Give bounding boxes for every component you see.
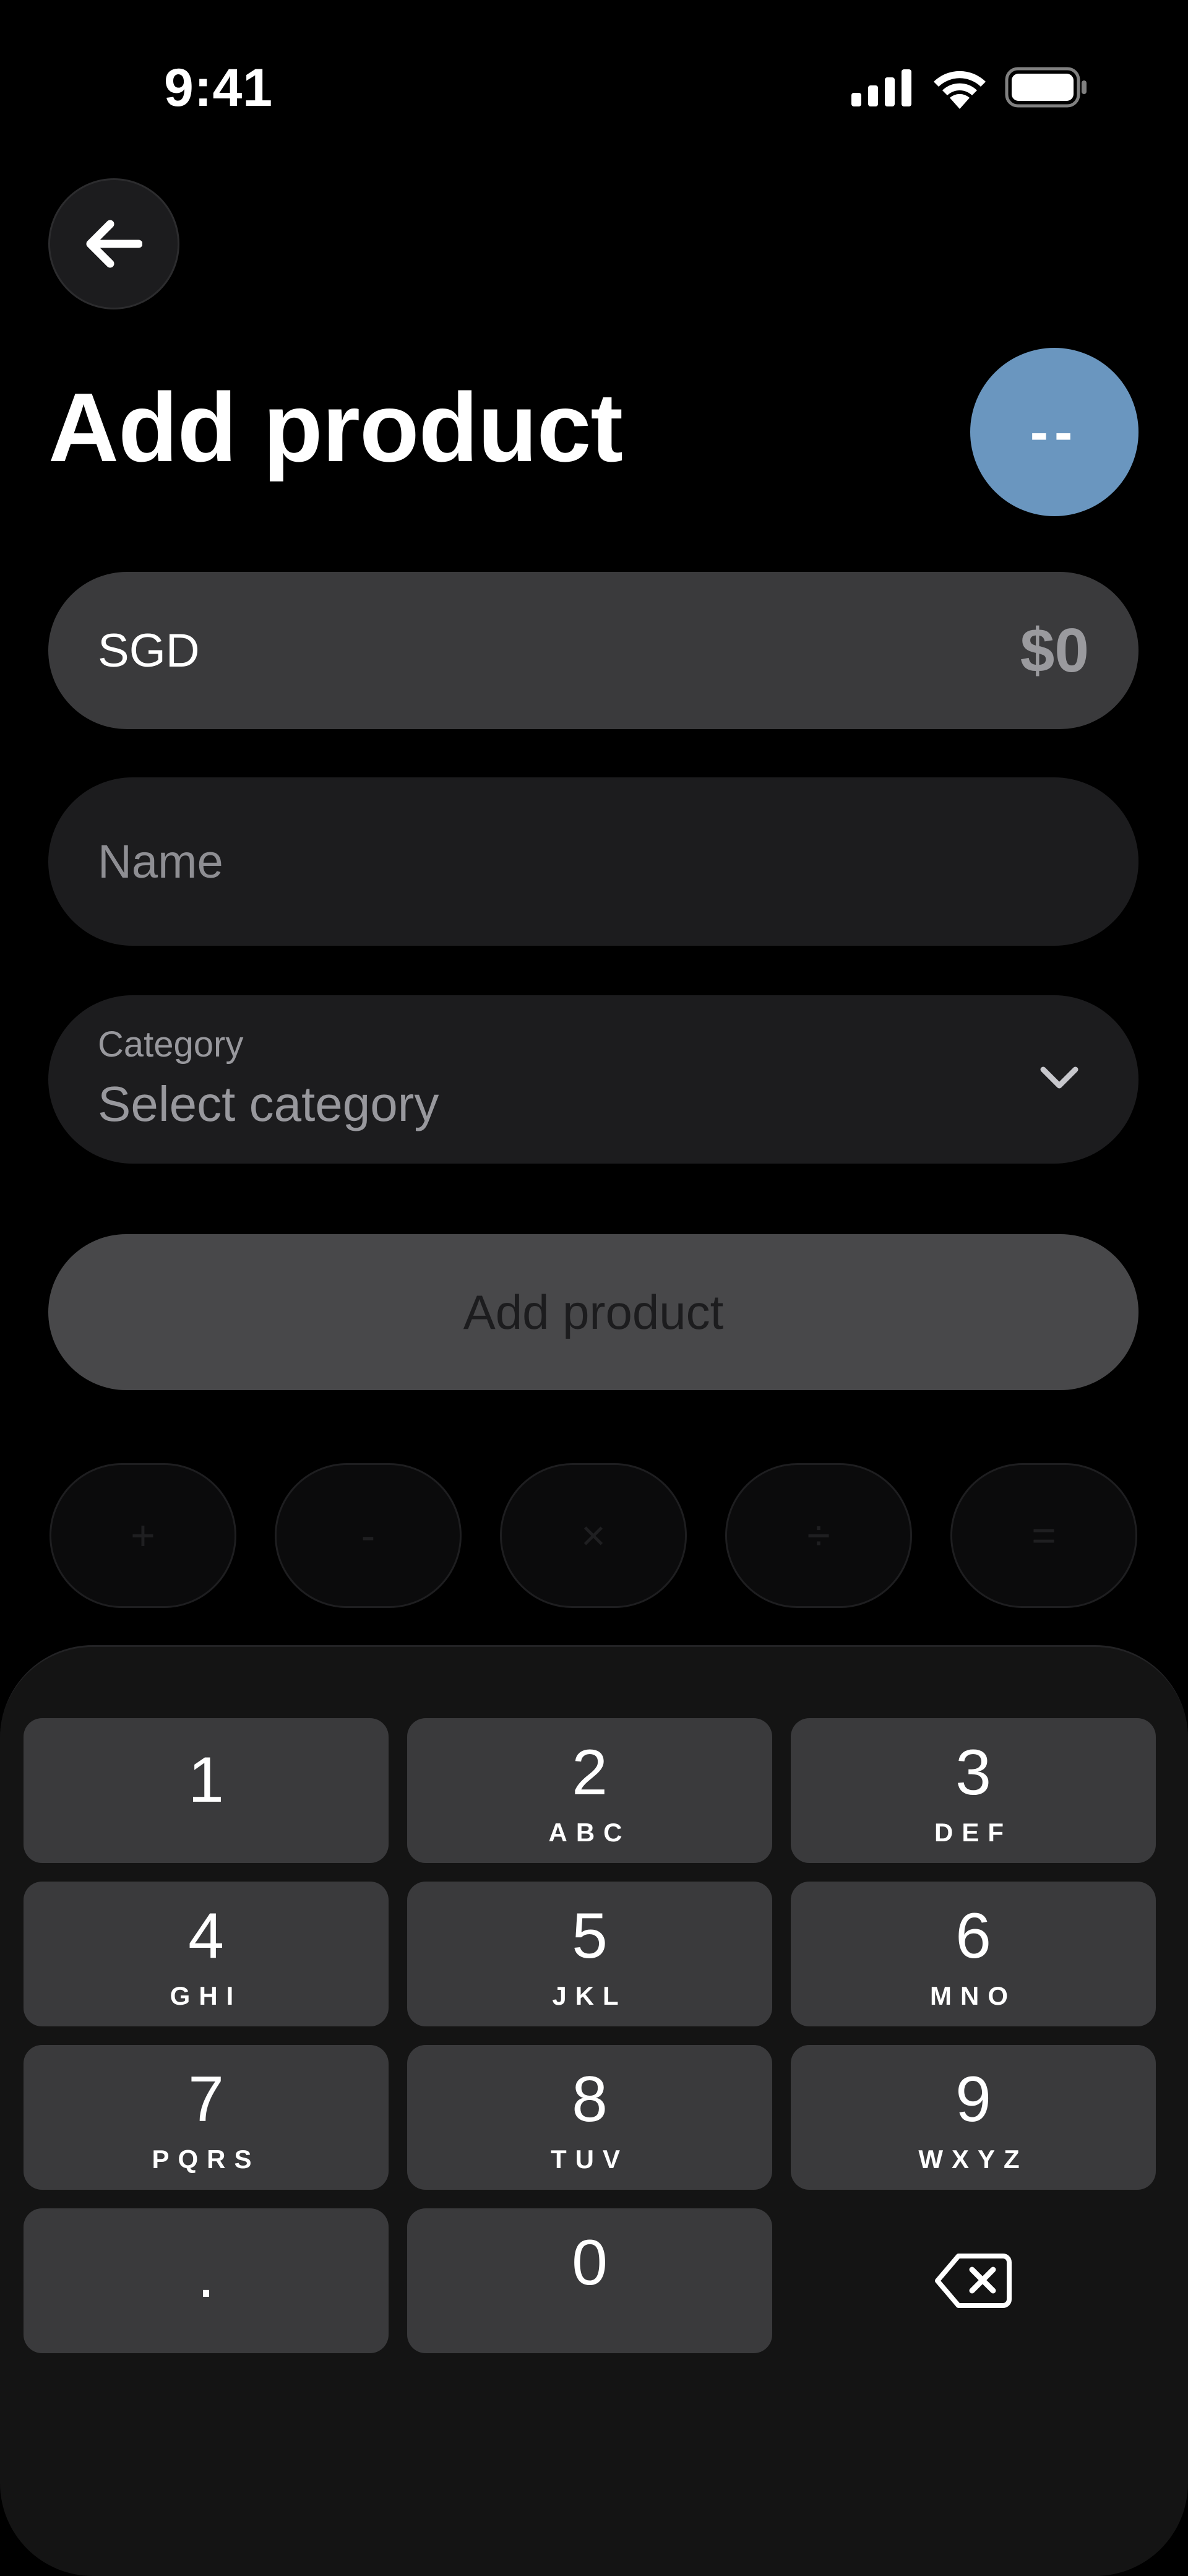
key-4[interactable]: 4 GHI [24, 1882, 389, 2026]
avatar[interactable]: -- [970, 348, 1138, 516]
operator-multiply-button[interactable]: × [500, 1463, 687, 1608]
chevron-down-icon [1040, 1066, 1078, 1089]
key-8[interactable]: 8 TUV [407, 2045, 772, 2190]
key-9[interactable]: 9 WXYZ [791, 2045, 1156, 2190]
key-digit: 0 [572, 2227, 608, 2299]
key-1[interactable]: 1 [24, 1718, 389, 1863]
operator-plus-button[interactable]: + [50, 1463, 236, 1608]
key-digit: 2 [572, 1737, 608, 1809]
key-digit: 1 [188, 1744, 224, 1816]
key-0[interactable]: 0 [407, 2208, 772, 2353]
currency-selector[interactable]: SGD [98, 624, 200, 678]
key-digit: 4 [188, 1900, 224, 1972]
amount-field[interactable]: SGD $0 [48, 572, 1138, 729]
key-6[interactable]: 6 MNO [791, 1882, 1156, 2026]
key-2[interactable]: 2 ABC [407, 1718, 772, 1863]
key-letters: GHI [170, 1981, 243, 2010]
key-5[interactable]: 5 JKL [407, 1882, 772, 2026]
key-decimal[interactable]: . [24, 2208, 389, 2353]
operator-minus-button[interactable]: - [275, 1463, 462, 1608]
arrow-left-icon [86, 220, 142, 268]
key-letters: TUV [551, 2145, 629, 2174]
key-letters: DEF [934, 1818, 1012, 1847]
key-digit: 7 [188, 2064, 224, 2135]
key-letters: JKL [552, 1981, 627, 2010]
backspace-icon [935, 2254, 1012, 2308]
category-placeholder: Select category [98, 1076, 439, 1131]
key-digit: 3 [955, 1737, 991, 1809]
category-label: Category [98, 1024, 244, 1065]
name-input[interactable]: Name [48, 777, 1138, 946]
operator-divide-button[interactable]: ÷ [725, 1463, 912, 1608]
delete-key[interactable] [791, 2208, 1156, 2353]
key-digit: 6 [955, 1900, 991, 1972]
amount-value: $0 [1020, 615, 1089, 685]
operator-equals-button[interactable]: = [950, 1463, 1137, 1608]
wifi-icon [934, 71, 986, 109]
name-placeholder: Name [98, 835, 223, 888]
key-letters: WXYZ [918, 2145, 1028, 2174]
category-select[interactable]: Category Select category [48, 995, 1138, 1164]
battery-icon [1005, 67, 1087, 108]
status-time: 9:41 [164, 58, 273, 118]
cellular-signal-icon [851, 69, 911, 106]
key-letters: MNO [930, 1981, 1017, 2010]
key-letters: PQRS [152, 2145, 260, 2174]
add-product-button[interactable]: Add product [48, 1234, 1138, 1390]
page-title: Add product [48, 373, 623, 482]
key-7[interactable]: 7 PQRS [24, 2045, 389, 2190]
key-letters: ABC [548, 1818, 631, 1847]
key-digit: . [197, 2239, 215, 2311]
key-digit: 8 [572, 2064, 608, 2135]
key-digit: 9 [955, 2064, 991, 2135]
back-button[interactable] [48, 178, 179, 309]
key-3[interactable]: 3 DEF [791, 1718, 1156, 1863]
key-digit: 5 [572, 1900, 608, 1972]
